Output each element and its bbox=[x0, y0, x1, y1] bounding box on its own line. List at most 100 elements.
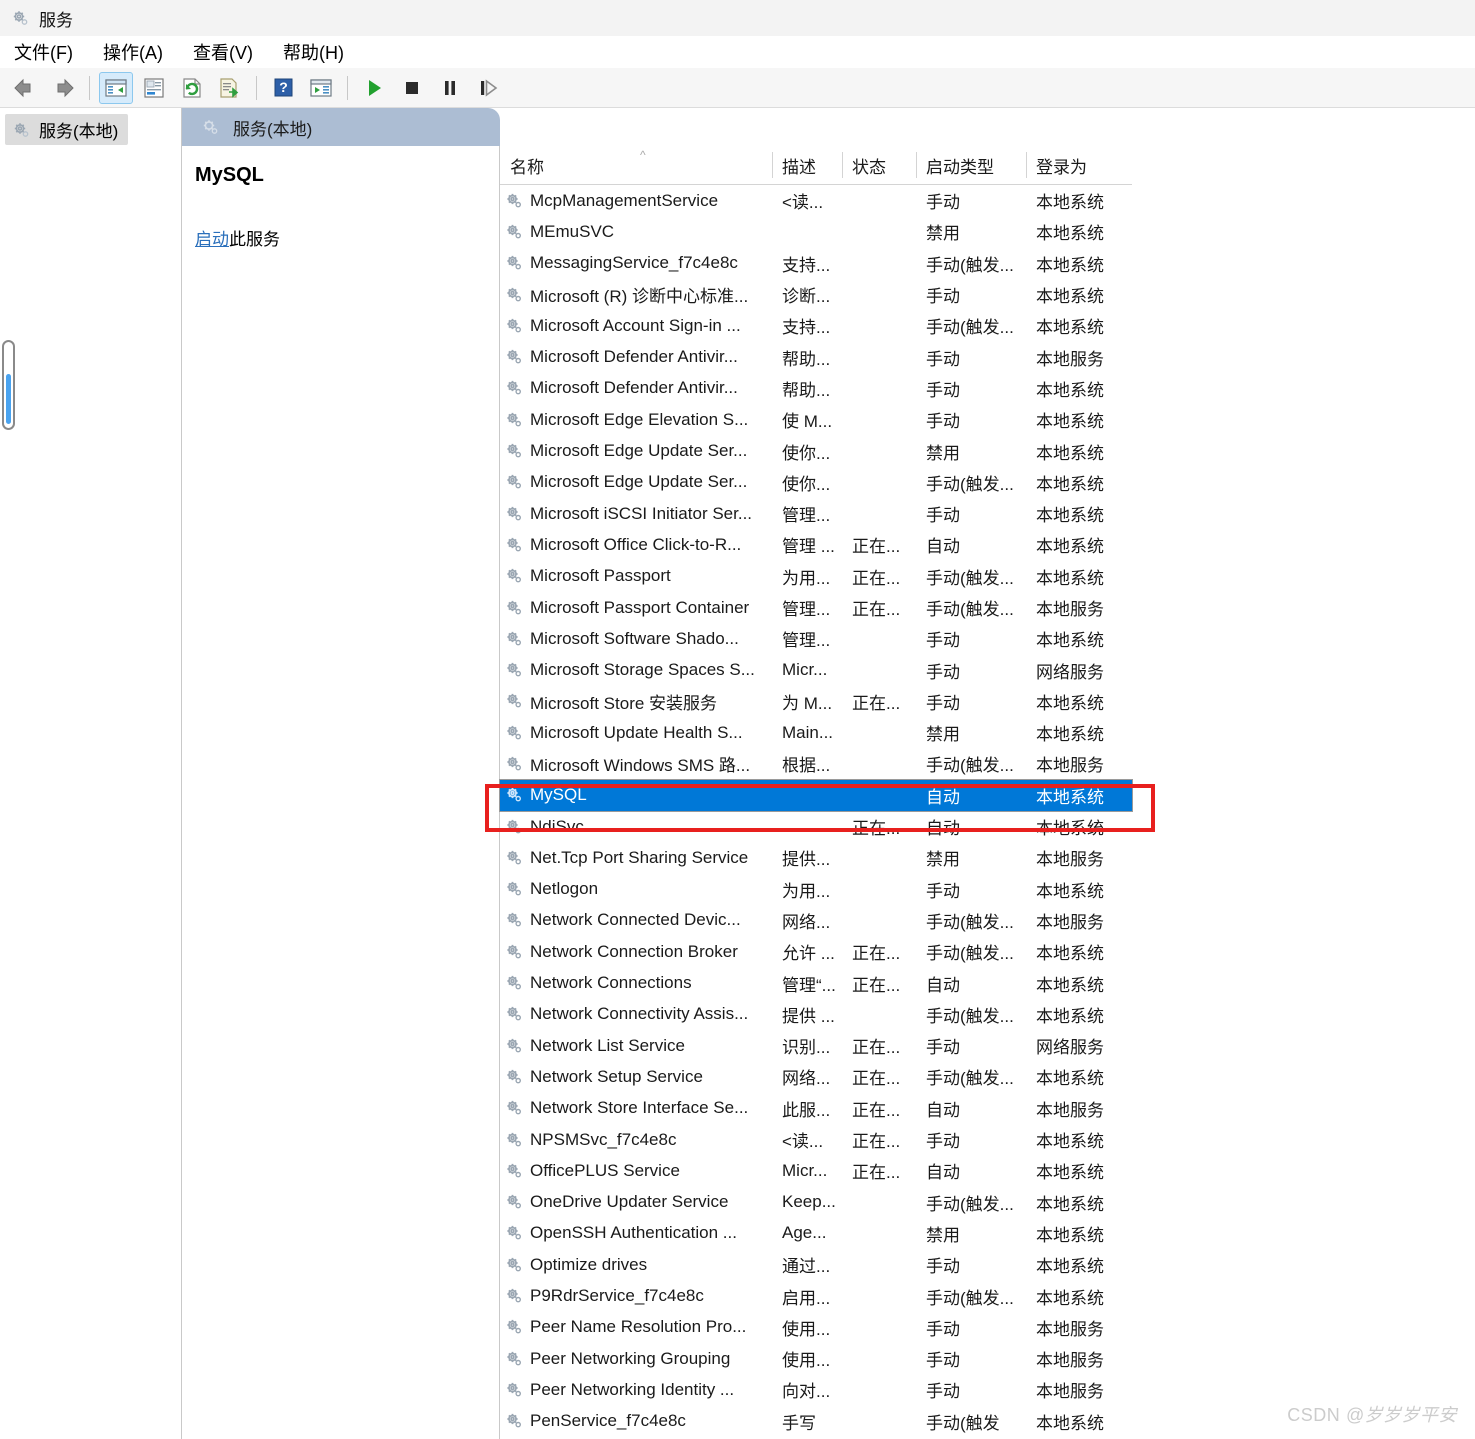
cell-startup-type: 手动(触发... bbox=[926, 756, 1014, 776]
properties-icon[interactable] bbox=[137, 72, 171, 104]
show-hide-tree-icon[interactable] bbox=[99, 71, 133, 104]
table-row[interactable]: Netlogon 为用... 手动 本地系统 bbox=[500, 874, 1132, 905]
column-header-name[interactable]: 名称 ^ bbox=[500, 146, 772, 184]
service-name-label: Network Store Interface Se... bbox=[530, 1098, 749, 1118]
restart-service-icon[interactable] bbox=[471, 72, 505, 104]
cell-service-name: Network Connection Broker bbox=[500, 942, 772, 962]
cell-startup-type: 手动 bbox=[926, 881, 960, 901]
cell-status: 正在... bbox=[852, 1132, 901, 1152]
table-row[interactable]: Microsoft iSCSI Initiator Ser... 管理... 手动 本… bbox=[500, 498, 1132, 529]
window-title: 服务 bbox=[39, 10, 73, 30]
service-name-label: MEmuSVC bbox=[530, 221, 615, 241]
table-row[interactable]: NPSMSvc_f7c4e8c <读... 正在... 手动 本地系统 bbox=[500, 1124, 1132, 1155]
table-row[interactable]: P9RdrService_f7c4e8c 启用... 手动(触发... 本地系统 bbox=[500, 1280, 1132, 1311]
table-row[interactable]: NdiSvc 正在... 自动 本地系统 bbox=[500, 811, 1132, 842]
cell-service-name: MySQL bbox=[500, 785, 772, 805]
service-name-label: Network Connected Devic... bbox=[530, 910, 741, 930]
table-row[interactable]: MessagingService_f7c4e8c 支持... 手动(触发... 本地系… bbox=[500, 248, 1132, 279]
stop-service-icon[interactable] bbox=[395, 72, 429, 104]
table-row[interactable]: Network Setup Service 网络... 正在... 手动(触发... 本… bbox=[500, 1061, 1132, 1092]
cell-service-name: Netlogon bbox=[500, 879, 772, 899]
menu-item-action[interactable]: 操作(A) bbox=[103, 39, 163, 65]
menu-item-file[interactable]: 文件(F) bbox=[14, 39, 73, 65]
table-row[interactable]: Microsoft Storage Spaces S... Micr... 手动 网络… bbox=[500, 654, 1132, 685]
table-row[interactable]: Peer Networking Identity ... 向对... 手动 本地服务 bbox=[500, 1374, 1132, 1405]
table-row[interactable]: OpenSSH Authentication ... Age... 禁用 本地系统 bbox=[500, 1218, 1132, 1249]
table-row[interactable]: Net.Tcp Port Sharing Service 提供... 禁用 本地服务 bbox=[500, 842, 1132, 873]
export-list-icon[interactable] bbox=[213, 72, 247, 104]
table-row[interactable]: Microsoft Windows SMS 路... 根据... 手动(触发... 本… bbox=[500, 748, 1132, 779]
cell-description: Micr... bbox=[782, 660, 828, 680]
table-row[interactable]: Microsoft (R) 诊断中心标准... 诊断... 手动 本地系统 bbox=[500, 279, 1132, 310]
table-row[interactable]: PenService_f7c4e8c 手写 手动(触发 本地系统 bbox=[500, 1406, 1132, 1437]
cell-log-on-as: 本地系统 bbox=[1036, 1288, 1104, 1308]
table-row[interactable]: Microsoft Software Shado... 管理... 手动 本地系统 bbox=[500, 623, 1132, 654]
start-service-icon[interactable] bbox=[357, 72, 391, 104]
table-row[interactable]: Network List Service 识别... 正在... 手动 网络服务 bbox=[500, 1030, 1132, 1061]
svg-text:?: ? bbox=[279, 79, 288, 95]
table-row[interactable]: OfficePLUS Service Micr... 正在... 自动 本地系统 bbox=[500, 1155, 1132, 1186]
forward-icon[interactable] bbox=[46, 72, 80, 104]
table-row[interactable]: Microsoft Passport 为用... 正在... 手动(触发... 本地系统 bbox=[500, 561, 1132, 592]
cell-startup-type: 手动 bbox=[926, 693, 960, 713]
table-row[interactable]: Peer Networking Grouping 使用... 手动 本地服务 bbox=[500, 1343, 1132, 1374]
service-gear-icon bbox=[504, 691, 524, 711]
table-row[interactable]: Network Connectivity Assis... 提供 ... 手动(触发… bbox=[500, 999, 1132, 1030]
table-row[interactable]: Microsoft Defender Antivir... 帮助... 手动 本地系统 bbox=[500, 373, 1132, 404]
table-row[interactable]: Microsoft Edge Update Ser... 使你... 禁用 本地系统 bbox=[500, 435, 1132, 466]
column-header-log-on-as[interactable]: 登录为 bbox=[1026, 146, 1132, 184]
table-row-selected[interactable]: MySQL 自动 本地系统 bbox=[499, 778, 1133, 812]
table-row[interactable]: Microsoft Update Health S... Main... 禁用 本地系… bbox=[500, 717, 1132, 748]
table-row[interactable]: Microsoft Defender Antivir... 帮助... 手动 本地服务 bbox=[500, 341, 1132, 372]
table-row[interactable]: Microsoft Passport Container 管理... 正在... 手动… bbox=[500, 592, 1132, 623]
table-row[interactable]: Network Connections 管理“... 正在... 自动 本地系统 bbox=[500, 967, 1132, 998]
table-row[interactable]: Microsoft Edge Elevation S... 使 M... 手动 本地系… bbox=[500, 404, 1132, 435]
table-row[interactable]: Network Connection Broker 允许 ... 正在... 手动(触… bbox=[500, 936, 1132, 967]
table-row[interactable]: Microsoft Store 安装服务 为 M... 正在... 手动 本地系统 bbox=[500, 686, 1132, 717]
column-header-startup-type[interactable]: 启动类型 bbox=[916, 146, 1026, 184]
cell-description: Micr... bbox=[782, 1160, 828, 1180]
help-icon[interactable]: ? bbox=[266, 72, 300, 104]
service-gear-icon bbox=[504, 1130, 524, 1150]
table-row[interactable]: Optimize drives 通过... 手动 本地系统 bbox=[500, 1249, 1132, 1280]
cell-service-name: Microsoft Passport bbox=[500, 566, 772, 586]
cell-status: 正在... bbox=[852, 1100, 901, 1120]
back-icon[interactable] bbox=[8, 72, 42, 104]
cell-description: 支持... bbox=[782, 318, 831, 338]
menu-item-help[interactable]: 帮助(H) bbox=[283, 39, 344, 65]
table-row[interactable]: Microsoft Edge Update Ser... 使你... 手动(触发..… bbox=[500, 467, 1132, 498]
cell-description: 识别... bbox=[782, 1038, 831, 1058]
column-header-status[interactable]: 状态 bbox=[842, 146, 916, 184]
cell-description: 帮助... bbox=[782, 349, 831, 369]
column-header-description[interactable]: 描述 bbox=[772, 146, 842, 184]
table-row[interactable]: OneDrive Updater Service Keep... 手动(触发... 本… bbox=[500, 1187, 1132, 1218]
service-gear-icon bbox=[504, 1411, 524, 1431]
table-row[interactable]: MEmuSVC 禁用 本地系统 bbox=[500, 216, 1132, 247]
refresh-icon[interactable] bbox=[175, 72, 209, 104]
toolbar-separator bbox=[89, 75, 90, 100]
menu-item-view[interactable]: 查看(V) bbox=[193, 39, 253, 65]
console-tree-pane: 服务(本地) bbox=[0, 108, 182, 1439]
table-row[interactable]: Microsoft Account Sign-in ... 支持... 手动(触发.… bbox=[500, 310, 1132, 341]
tree-item-services-local[interactable]: 服务(本地) bbox=[5, 114, 129, 145]
cell-log-on-as: 本地系统 bbox=[1036, 412, 1104, 432]
cell-log-on-as: 本地服务 bbox=[1036, 1382, 1104, 1402]
cell-startup-type: 手动(触发... bbox=[926, 1006, 1014, 1026]
table-row[interactable]: McpManagementService <读... 手动 本地系统 bbox=[500, 185, 1132, 216]
table-row[interactable]: Microsoft Office Click-to-R... 管理 ... 正在..… bbox=[500, 529, 1132, 560]
start-service-link[interactable]: 启动 bbox=[195, 230, 229, 249]
cell-service-name: Network Setup Service bbox=[500, 1067, 772, 1087]
service-name-label: Network Connection Broker bbox=[530, 941, 738, 961]
tree-scrollbar[interactable] bbox=[2, 340, 15, 430]
tree-scrollbar-thumb[interactable] bbox=[6, 374, 11, 424]
cell-startup-type: 手动(触发... bbox=[926, 944, 1014, 964]
service-gear-icon bbox=[504, 1380, 524, 1400]
table-row[interactable]: Network Connected Devic... 网络... 手动(触发... 本… bbox=[500, 905, 1132, 936]
service-name-label: Microsoft Defender Antivir... bbox=[530, 347, 738, 367]
pause-service-icon[interactable] bbox=[433, 72, 467, 104]
show-action-pane-icon[interactable] bbox=[304, 72, 338, 104]
service-name-label: McpManagementService bbox=[530, 190, 719, 210]
table-row[interactable]: Peer Name Resolution Pro... 使用... 手动 本地服务 bbox=[500, 1312, 1132, 1343]
cell-status: 正在... bbox=[852, 944, 901, 964]
table-row[interactable]: Network Store Interface Se... 此服... 正在... 自… bbox=[500, 1093, 1132, 1124]
